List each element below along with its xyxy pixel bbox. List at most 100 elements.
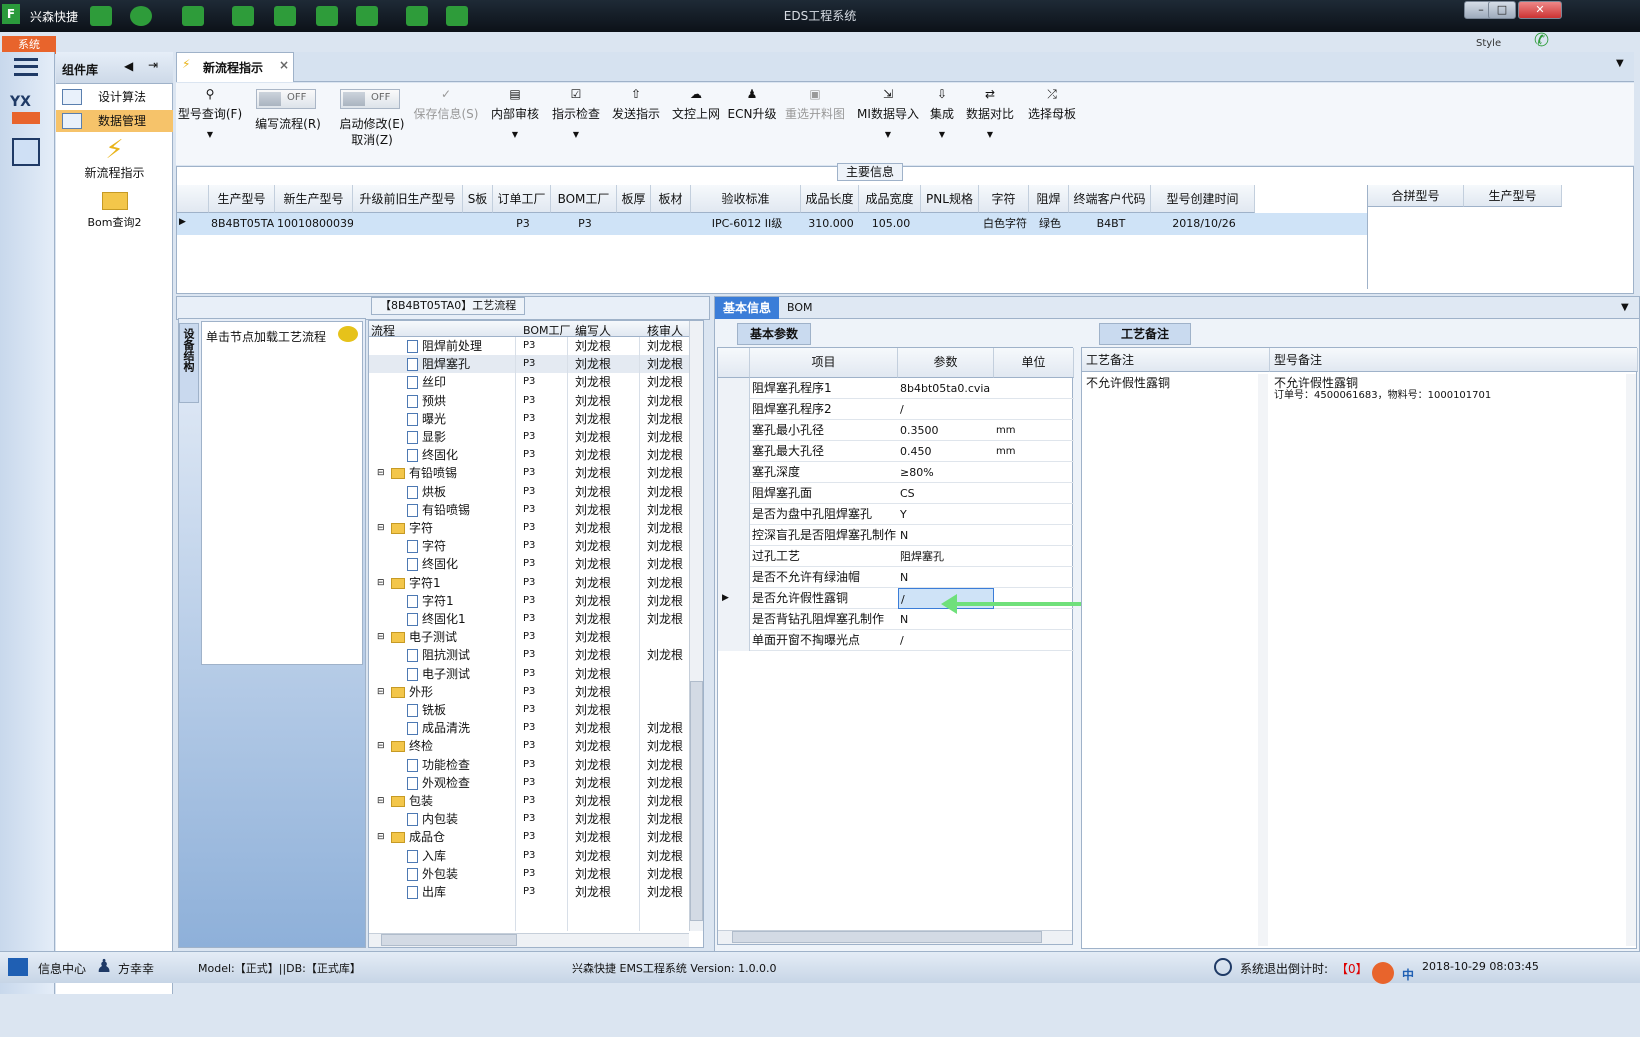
row-selector[interactable]: [718, 483, 750, 504]
upload-doc-button[interactable]: ☁ 文控上网: [666, 87, 726, 157]
param-row[interactable]: 塞孔深度 ≥80%: [718, 462, 1074, 483]
param-row[interactable]: 是否不允许有绿油帽 N: [718, 567, 1074, 588]
model-query-button[interactable]: ⚲ 型号查询(F) ▼: [176, 87, 244, 157]
param-row[interactable]: 阻焊塞孔程序2 /: [718, 399, 1074, 420]
param-row[interactable]: 是否背钻孔阻焊塞孔制作 N: [718, 609, 1074, 630]
param-value[interactable]: 阻焊塞孔: [898, 546, 994, 567]
tree-row[interactable]: 包装 P3 刘龙根 刘龙根 ⊟: [369, 792, 689, 810]
param-value[interactable]: 0.3500: [898, 420, 994, 441]
edit-flow-toggle[interactable]: OFF: [256, 89, 316, 109]
tree-row[interactable]: 阻焊塞孔 P3 刘龙根 刘龙根: [369, 355, 689, 374]
close-tab-icon[interactable]: ×: [279, 58, 289, 72]
info-center-link[interactable]: 信息中心: [38, 960, 86, 977]
tree-row[interactable]: 显影 P3 刘龙根 刘龙根: [369, 428, 689, 446]
new-flow-instruction-item[interactable]: ⚡ 新流程指示: [56, 136, 173, 186]
basic-params-tab[interactable]: 基本参数: [737, 323, 811, 345]
tree-row[interactable]: 字符1 P3 刘龙根 刘龙根: [369, 592, 689, 610]
main-info-cell[interactable]: B4BT: [1071, 213, 1151, 235]
yx-logo[interactable]: YX: [10, 94, 31, 110]
maximize-button[interactable]: □: [1488, 1, 1516, 19]
tree-row[interactable]: 烘板 P3 刘龙根 刘龙根: [369, 483, 689, 501]
main-info-row[interactable]: ▶ 8B4BT05TA010010800039778 P3P3 IPC-6012 I…: [177, 213, 1367, 235]
param-row[interactable]: 控深盲孔是否阻焊塞孔制作 N: [718, 525, 1074, 546]
main-info-col-header[interactable]: PNL规格: [921, 185, 979, 213]
tree-row[interactable]: 阻焊前处理 P3 刘龙根 刘龙根: [369, 337, 689, 355]
param-row[interactable]: 塞孔最小孔径 0.3500 mm: [718, 420, 1074, 441]
tree-row[interactable]: 成品清洗 P3 刘龙根 刘龙根: [369, 719, 689, 737]
bom-query-item[interactable]: Bom查询2: [56, 192, 173, 236]
tree-row[interactable]: 字符 P3 刘龙根 刘龙根: [369, 537, 689, 555]
main-info-col-header[interactable]: 升级前旧生产型号: [353, 185, 463, 213]
param-value[interactable]: /: [898, 399, 994, 420]
main-info-cell[interactable]: IPC-6012 II级: [693, 213, 801, 235]
main-info-col-header[interactable]: 成品宽度: [859, 185, 921, 213]
tree-row[interactable]: 出库 P3 刘龙根 刘龙根: [369, 883, 689, 901]
tree-row[interactable]: 终固化1 P3 刘龙根 刘龙根: [369, 610, 689, 628]
main-info-col-header[interactable]: 成品长度: [801, 185, 859, 213]
main-info-col-header[interactable]: 生产型号: [209, 185, 275, 213]
collapse-icon[interactable]: ⊟: [377, 792, 385, 810]
main-info-col-header[interactable]: 阻焊: [1029, 185, 1069, 213]
main-info-col-header[interactable]: S板: [463, 185, 493, 213]
tree-row[interactable]: 预烘 P3 刘龙根 刘龙根: [369, 392, 689, 410]
dropdown-arrow-icon[interactable]: ▼: [852, 130, 924, 139]
param-value[interactable]: Y: [898, 504, 994, 525]
tree-row[interactable]: 成品仓 P3 刘龙根 刘龙根 ⊟: [369, 828, 689, 846]
data-compare-button[interactable]: ⇄ 数据对比 ▼: [962, 87, 1018, 157]
param-value[interactable]: 8b4bt05ta0.cvia: [898, 378, 994, 399]
menu-icon[interactable]: [14, 58, 38, 76]
integrate-button[interactable]: ⇩ 集成 ▼: [924, 87, 960, 157]
main-info-col-header[interactable]: 新生产型号: [275, 185, 353, 213]
tree-row[interactable]: 电子测试 P3 刘龙根: [369, 665, 689, 683]
param-value[interactable]: CS: [898, 483, 994, 504]
tree-row[interactable]: 终检 P3 刘龙根 刘龙根 ⊟: [369, 737, 689, 755]
tree-row[interactable]: 终固化 P3 刘龙根 刘龙根: [369, 446, 689, 464]
main-info-col-header[interactable]: 终端客户代码: [1069, 185, 1151, 213]
tab-basic-info[interactable]: 基本信息: [715, 297, 779, 319]
cancel-button[interactable]: 取消(Z): [332, 131, 412, 148]
nav-item-design-algorithm[interactable]: 设计算法: [56, 86, 173, 108]
collapse-icon[interactable]: ⊟: [377, 574, 385, 592]
tree-row[interactable]: 外包装 P3 刘龙根 刘龙根: [369, 865, 689, 883]
process-notes-tab[interactable]: 工艺备注: [1099, 323, 1191, 345]
main-info-cell[interactable]: 105.00: [861, 213, 921, 235]
row-selector[interactable]: [718, 420, 750, 441]
sogou-ime-icon[interactable]: [1372, 962, 1394, 984]
row-selector[interactable]: [718, 504, 750, 525]
param-row[interactable]: 过孔工艺 阻焊塞孔: [718, 546, 1074, 567]
pin-icon[interactable]: ⇥: [148, 58, 158, 72]
tree-row[interactable]: 曝光 P3 刘龙根 刘龙根: [369, 410, 689, 428]
param-value[interactable]: /: [898, 630, 994, 651]
tree-vertical-scrollbar[interactable]: [689, 321, 703, 931]
tree-row[interactable]: 终固化 P3 刘龙根 刘龙根: [369, 555, 689, 573]
main-info-cell[interactable]: P3: [495, 213, 551, 235]
main-info-col-header[interactable]: 板材: [651, 185, 691, 213]
select-mother-button[interactable]: ⤮ 选择母板: [1022, 87, 1082, 157]
windows-grid-icon[interactable]: [8, 958, 28, 976]
chevron-down-icon[interactable]: ▼: [1621, 302, 1629, 313]
dropdown-arrow-icon[interactable]: ▼: [924, 130, 960, 139]
tree-row[interactable]: 外形 P3 刘龙根 ⊟: [369, 683, 689, 701]
collapse-icon[interactable]: ⊟: [377, 828, 385, 846]
row-selector[interactable]: [718, 378, 750, 399]
ecn-upgrade-button[interactable]: ♟ ECN升级: [726, 87, 778, 157]
chevron-down-icon[interactable]: ▼: [1616, 58, 1624, 69]
chevron-left-icon[interactable]: ◀: [124, 59, 133, 73]
tab-new-flow[interactable]: ⚡ 新流程指示 ×: [176, 52, 294, 82]
tree-row[interactable]: 功能检查 P3 刘龙根 刘龙根: [369, 756, 689, 774]
param-value[interactable]: ≥80%: [898, 462, 994, 483]
tree-row[interactable]: 入库 P3 刘龙根 刘龙根: [369, 847, 689, 865]
dropdown-arrow-icon[interactable]: ▼: [546, 130, 606, 139]
main-info-cell[interactable]: 8B4BT05TA0: [211, 213, 275, 235]
param-value[interactable]: 0.450: [898, 441, 994, 462]
close-button[interactable]: ✕: [1518, 1, 1562, 19]
tree-row[interactable]: 阻抗测试 P3 刘龙根 刘龙根: [369, 646, 689, 664]
param-row[interactable]: 塞孔最大孔径 0.450 mm: [718, 441, 1074, 462]
main-info-col-header[interactable]: 验收标准: [691, 185, 801, 213]
main-info-cell[interactable]: 10010800039778: [277, 213, 353, 235]
tree-row[interactable]: 内包装 P3 刘龙根 刘龙根: [369, 810, 689, 828]
collapse-icon[interactable]: ⊟: [377, 628, 385, 646]
main-info-col-header[interactable]: BOM工厂: [551, 185, 617, 213]
main-info-cell[interactable]: P3: [553, 213, 617, 235]
save-info-button[interactable]: ✓ 保存信息(S): [412, 87, 480, 157]
